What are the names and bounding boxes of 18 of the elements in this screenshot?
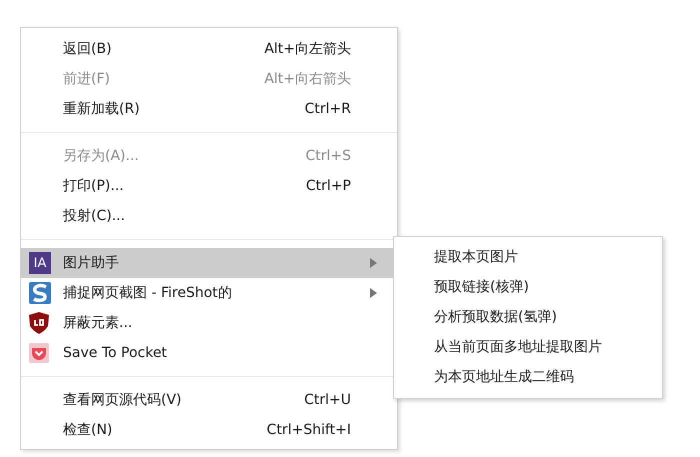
menu-item[interactable]: 检查(N) Ctrl+Shift+I xyxy=(21,415,397,445)
menu-item[interactable]: 屏蔽元素... xyxy=(21,308,397,338)
menu-item[interactable]: 投射(C)... xyxy=(21,201,397,231)
submenu-item[interactable]: 从当前页面多地址提取图片 xyxy=(394,332,662,362)
menu-item[interactable]: Save To Pocket xyxy=(21,338,397,368)
submenu-item[interactable]: 提取本页图片 xyxy=(394,242,662,272)
submenu-item[interactable]: 为本页地址生成二维码 xyxy=(394,362,662,392)
image-assistant-icon: IA xyxy=(29,252,51,274)
menu-item[interactable]: 打印(P)... Ctrl+P xyxy=(21,171,397,201)
s-logo-icon xyxy=(29,282,51,304)
menu-item[interactable]: 捕捉网页截图 - FireShot的 xyxy=(21,278,397,308)
pocket-icon xyxy=(29,343,49,363)
menu-item[interactable]: 返回(B) Alt+向左箭头 xyxy=(21,34,397,64)
menu-item[interactable]: 查看网页源代码(V) Ctrl+U xyxy=(21,385,397,415)
submenu-item[interactable]: 分析预取数据(氢弹) xyxy=(394,302,662,332)
submenu-item[interactable]: 预取链接(核弹) xyxy=(394,272,662,302)
menu-item[interactable]: 重新加载(R) Ctrl+R xyxy=(21,94,397,124)
shield-icon xyxy=(29,312,49,334)
